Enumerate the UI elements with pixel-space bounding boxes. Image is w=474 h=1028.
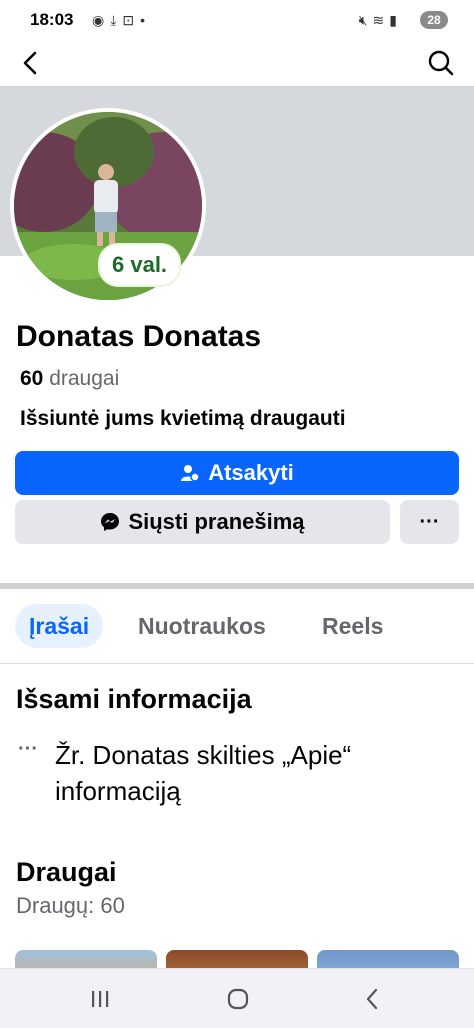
see-about-link[interactable]: Žr. Donatas skilties „Apie“ informaciją (55, 737, 455, 809)
profile-name: Donatas Donatas (16, 320, 262, 353)
system-back-button[interactable] (352, 983, 392, 1015)
friends-subtitle: Draugų: 60 (16, 893, 125, 918)
download-icon: ⤓ (110, 12, 123, 28)
active-time-badge: 6 val. (98, 243, 182, 287)
profile-tabs: Įrašai Nuotraukos Reels (0, 600, 474, 654)
friends-title: Draugai (16, 857, 117, 887)
top-navigation (0, 42, 474, 86)
signal-icon: ▮ (389, 12, 402, 28)
status-system-icons: 🔇︎≋▮ (359, 12, 402, 29)
mute-icon: 🔇︎ (358, 12, 373, 28)
friends-label: draugai (49, 367, 120, 390)
wifi-icon: ≋ (372, 12, 390, 28)
status-notification-icons: ◉⤓⊡• (92, 12, 151, 29)
friends-count-line[interactable]: 60 draugai (20, 367, 119, 391)
recents-icon (92, 991, 109, 1007)
section-divider (0, 583, 474, 589)
tab-reels[interactable]: Reels (322, 604, 383, 648)
dot-icon: • (140, 12, 152, 28)
home-button[interactable] (218, 983, 258, 1015)
send-message-button[interactable]: Siųsti pranešimą (15, 500, 390, 544)
battery-indicator: 28 (420, 11, 448, 29)
person-check-icon (181, 465, 200, 482)
search-icon (428, 50, 454, 76)
system-navigation-bar (0, 968, 474, 1028)
more-dots-icon: ··· (419, 510, 440, 533)
tabs-divider (0, 663, 474, 664)
recents-button[interactable] (80, 983, 120, 1015)
details-title: Išsami informacija (16, 684, 252, 714)
back-icon (366, 988, 378, 1010)
screenshot-icon: ⊡ (122, 12, 141, 28)
tab-photos[interactable]: Nuotraukos (138, 604, 266, 648)
more-options-button[interactable]: ··· (400, 500, 459, 544)
friends-count: 60 (20, 367, 44, 390)
back-button[interactable] (14, 46, 48, 80)
chevron-left-icon (23, 51, 37, 75)
search-button[interactable] (424, 46, 458, 80)
messenger-icon (101, 513, 120, 531)
respond-button[interactable]: Atsakyti (15, 451, 459, 495)
friend-request-text: Išsiuntė jums kvietimą draugauti (20, 407, 346, 430)
status-bar: 18:03 ◉⤓⊡• 🔇︎≋▮ 28 (0, 0, 474, 42)
tab-posts[interactable]: Įrašai (15, 604, 104, 648)
home-icon (227, 988, 249, 1010)
send-message-label: Siųsti pranešimą (128, 509, 305, 534)
more-dots-icon: ··· (18, 738, 38, 760)
status-time: 18:03 (30, 10, 74, 29)
messenger-icon: ◉ (92, 12, 111, 28)
respond-label: Atsakyti (208, 460, 294, 485)
